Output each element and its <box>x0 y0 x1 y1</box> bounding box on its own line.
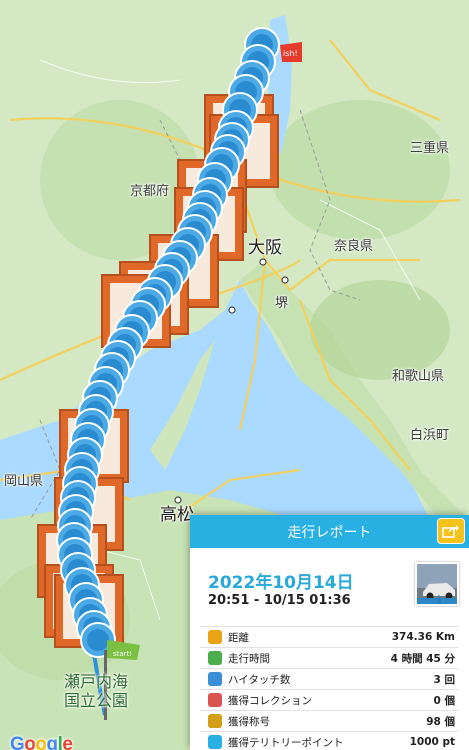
vehicle-photo[interactable] <box>415 562 459 606</box>
medal-icon <box>208 714 222 728</box>
google-letter: g <box>46 734 59 750</box>
clock-icon <box>208 651 222 665</box>
label-seto-park: 瀬戸内海 国立公園 <box>64 672 129 710</box>
label-osaka: 大阪 <box>248 238 282 258</box>
collection-icon <box>208 693 222 707</box>
hand-icon <box>208 672 222 686</box>
stat-row: 獲得テリトリーポイント 1000 pt <box>200 731 459 750</box>
stat-label: 獲得コレクション <box>228 694 312 707</box>
stat-label: 走行時間 <box>228 652 270 665</box>
stat-value: 98 個 <box>426 715 455 728</box>
drive-report-panel: 走行レポート 2022年10月14日 20:51 - 10/15 01:36 距… <box>190 515 469 750</box>
stat-value: 0 個 <box>433 694 455 707</box>
stat-value: 4 時間 45 分 <box>390 652 455 665</box>
stat-label: 獲得称号 <box>228 715 270 728</box>
report-date: 2022年10月14日 <box>208 573 354 593</box>
svg-text:start!: start! <box>113 650 132 658</box>
google-letter: G <box>10 734 25 750</box>
kobe-dot <box>228 306 236 314</box>
label-shirahama: 白浜町 <box>410 428 450 443</box>
stat-value: 374.36 Km <box>391 631 455 643</box>
label-kyoto: 京都府 <box>130 184 170 199</box>
territory-icon <box>208 735 222 749</box>
stat-value: 3 回 <box>433 673 455 686</box>
google-logo: Google <box>10 734 73 750</box>
stat-row: 獲得称号 98 個 <box>200 710 459 731</box>
stats-list: 距離 374.36 Km 走行時間 4 時間 45 分ハイタッチ数 3 回獲得コレクショ… <box>200 626 459 750</box>
distance-icon <box>208 630 222 644</box>
label-wakayama: 和歌山県 <box>392 369 445 384</box>
stat-row: 距離 374.36 Km <box>200 626 459 647</box>
hitouch-marker-core <box>87 629 109 651</box>
stat-row: ハイタッチ数 3 回 <box>200 668 459 689</box>
share-button[interactable] <box>437 518 465 544</box>
sakai-dot <box>281 276 289 284</box>
panel-title: 走行レポート <box>287 524 372 541</box>
stat-value: 1000 pt <box>409 736 455 748</box>
google-letter: o <box>24 734 36 750</box>
panel-header: 走行レポート <box>190 515 469 548</box>
stat-label: ハイタッチ数 <box>228 673 291 686</box>
stat-row: 獲得コレクション 0 個 <box>200 689 459 710</box>
stat-row: 走行時間 4 時間 45 分 <box>200 647 459 668</box>
google-letter: o <box>35 734 47 750</box>
label-mie: 三重県 <box>410 141 450 156</box>
stat-label: 獲得テリトリーポイント <box>228 736 344 749</box>
share-icon <box>442 525 459 538</box>
osaka-dot <box>259 258 267 266</box>
svg-text:ish!: ish! <box>283 49 298 58</box>
label-okayama: 岡山県 <box>4 474 44 489</box>
goal-flag[interactable]: ish! <box>280 42 302 62</box>
google-letter: e <box>62 734 73 750</box>
label-takamatsu: 高松 <box>160 505 194 525</box>
report-time-range: 20:51 - 10/15 01:36 <box>208 593 351 608</box>
stat-label: 距離 <box>228 631 249 644</box>
label-nara: 奈良県 <box>334 239 374 254</box>
label-sakai: 堺 <box>275 296 289 311</box>
